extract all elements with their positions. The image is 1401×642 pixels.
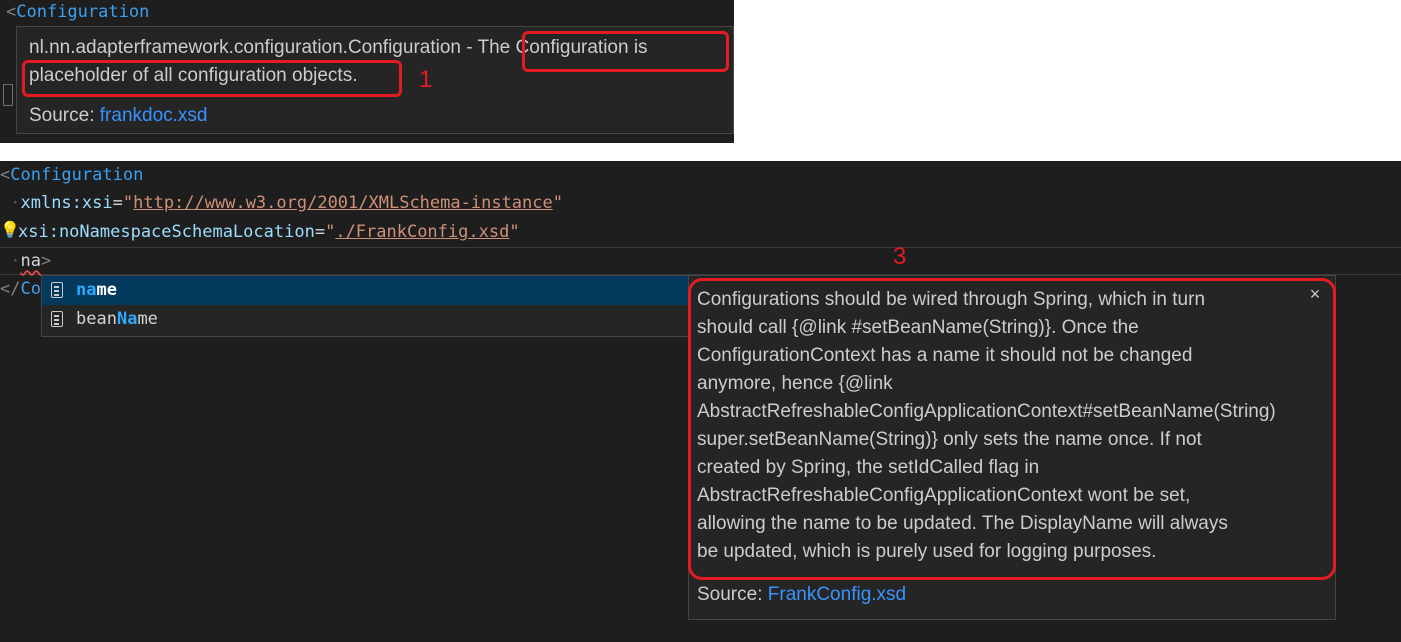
- hover-source: Source: frankdoc.xsd: [29, 105, 208, 127]
- annotation-number-1: 1: [419, 66, 433, 93]
- suggestion-beanname[interactable]: beanName: [42, 305, 688, 334]
- hover-source-label: Source:: [29, 105, 100, 126]
- configuration-tag: Configuration: [10, 165, 144, 185]
- code-line-5[interactable]: </Co: [0, 275, 41, 303]
- annotation-box-top-right: [522, 31, 729, 72]
- annotation-box-details: [688, 278, 1336, 580]
- annotation-box-top-left: [22, 60, 402, 97]
- schema-location-value[interactable]: ./FrankConfig.xsd: [335, 222, 509, 242]
- suggest-widget: name beanName: [41, 275, 689, 337]
- fold-bracket-icon: [3, 84, 13, 106]
- typed-text: na: [20, 251, 41, 271]
- top-editor-panel: <Configuration nl.nn.adapterframework.co…: [0, 0, 734, 143]
- suggestion-label: beanName: [76, 309, 158, 329]
- top-code-line: <Configuration: [6, 2, 150, 22]
- code-line-4[interactable]: ·na>: [0, 247, 51, 275]
- details-source-link[interactable]: FrankConfig.xsd: [768, 584, 906, 605]
- code-line-2[interactable]: ·xmlns:xsi="http://www.w3.org/2001/XMLSc…: [0, 189, 563, 217]
- details-source: Source: FrankConfig.xsd: [697, 584, 906, 606]
- configuration-tag[interactable]: Configuration: [16, 2, 149, 22]
- property-icon: [51, 311, 63, 327]
- xmlns-xsi-value[interactable]: http://www.w3.org/2001/XMLSchema-instanc…: [133, 193, 553, 213]
- suggestion-label: name: [76, 280, 117, 300]
- closing-tag-partial: Co: [20, 279, 41, 299]
- lightbulb-icon[interactable]: 💡: [0, 219, 20, 241]
- property-icon: [51, 282, 63, 298]
- schema-location-attribute: xsi:noNamespaceSchemaLocation: [18, 222, 315, 242]
- bottom-editor-panel: <Configuration ·xmlns:xsi="http://www.w3…: [0, 161, 1401, 642]
- hover-source-link[interactable]: frankdoc.xsd: [100, 105, 208, 126]
- current-line-highlight: [0, 247, 1401, 275]
- annotation-number-3: 3: [893, 243, 907, 270]
- details-source-label: Source:: [697, 584, 768, 605]
- xmlns-xsi-attribute: xmlns:xsi: [20, 193, 113, 213]
- code-line-1[interactable]: <Configuration: [0, 161, 143, 189]
- code-line-3[interactable]: xsi:noNamespaceSchemaLocation="./FrankCo…: [18, 218, 520, 246]
- suggestion-name[interactable]: name: [42, 276, 688, 305]
